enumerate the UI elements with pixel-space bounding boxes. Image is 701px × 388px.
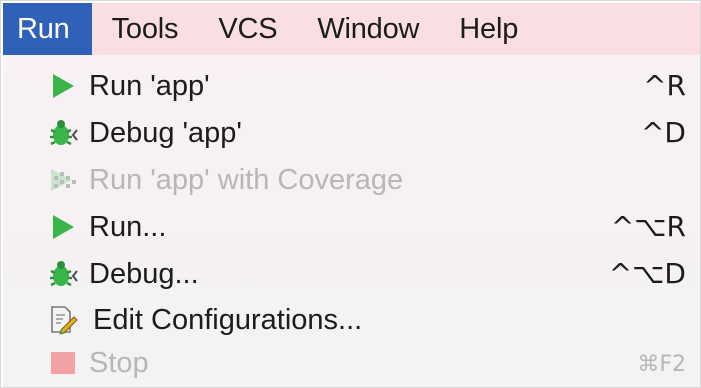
menu-item-label: Debug 'app' xyxy=(89,117,242,149)
menu-item-stop[interactable]: Stop ⌘F2 xyxy=(3,340,700,387)
menu-item-run-dialog[interactable]: Run... ^⌥R xyxy=(3,204,700,251)
window-frame: Run Tools VCS Window Help Run 'app' ^R D… xyxy=(0,0,701,388)
debug-icon xyxy=(47,118,79,148)
menu-bar: Run Tools VCS Window Help xyxy=(3,3,700,55)
menu-item-label: Edit Configurations... xyxy=(93,304,363,336)
run-icon xyxy=(47,212,79,242)
menu-item-label: Run 'app' xyxy=(89,70,210,102)
menu-item-run-app[interactable]: Run 'app' ^R xyxy=(3,63,700,110)
menu-tools[interactable]: Tools xyxy=(92,3,199,55)
coverage-icon xyxy=(47,165,79,195)
edit-configurations-icon xyxy=(47,305,79,335)
menu-item-shortcut: ^R xyxy=(643,69,686,102)
menu-item-debug-dialog[interactable]: Debug... ^⌥D xyxy=(3,251,700,298)
menu-vcs[interactable]: VCS xyxy=(198,3,297,55)
menu-item-shortcut: ⌘F2 xyxy=(637,352,686,377)
menu-item-debug-app[interactable]: Debug 'app' ^D xyxy=(3,110,700,157)
menu-item-label: Stop xyxy=(89,347,149,379)
menu-item-shortcut: ^D xyxy=(640,116,686,149)
menu-help[interactable]: Help xyxy=(439,3,538,55)
menu-item-label: Run... xyxy=(89,211,167,243)
run-icon xyxy=(47,71,79,101)
menu-item-run-with-coverage[interactable]: Run 'app' with Coverage xyxy=(3,157,700,204)
debug-icon xyxy=(47,259,79,289)
menu-item-label: Run 'app' with Coverage xyxy=(89,164,404,196)
stop-icon xyxy=(47,348,79,378)
menu-item-edit-configurations[interactable]: Edit Configurations... xyxy=(3,297,700,344)
menu-item-label: Debug... xyxy=(89,258,199,290)
run-menu-dropdown: Run 'app' ^R Debug 'app' ^D Run 'app' wi… xyxy=(3,55,700,387)
menu-item-shortcut: ^⌥R xyxy=(610,210,686,243)
menu-window[interactable]: Window xyxy=(297,3,439,55)
menu-item-shortcut: ^⌥D xyxy=(608,257,686,290)
menu-run[interactable]: Run xyxy=(3,3,92,55)
